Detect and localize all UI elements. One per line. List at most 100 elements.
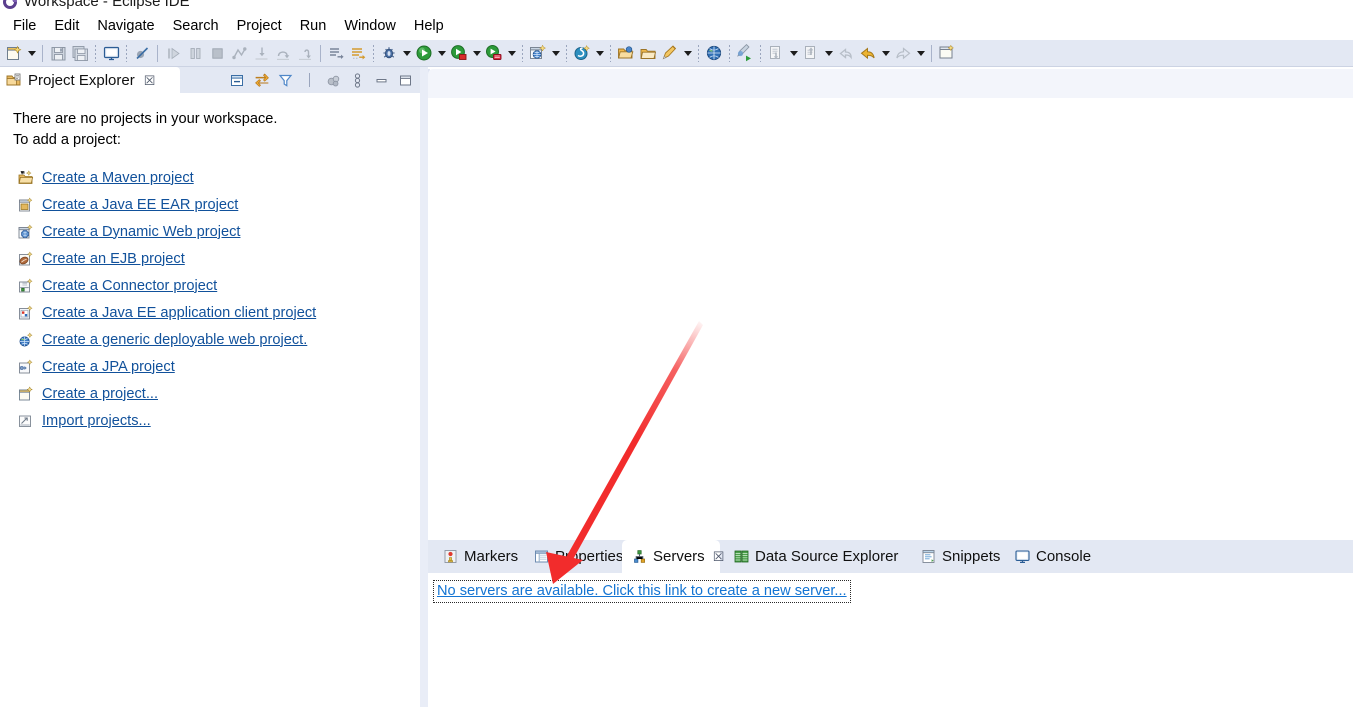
view-menu-icon[interactable] [349, 72, 366, 89]
run-on-server-icon[interactable] [483, 42, 505, 64]
menu-help[interactable]: Help [405, 16, 453, 36]
save-all-icon[interactable] [69, 42, 91, 64]
menu-project[interactable]: Project [228, 16, 291, 36]
toolbar-separator [606, 43, 615, 63]
bottom-tab-label: Snippets [942, 548, 1001, 565]
create-project-link[interactable]: Create a Java EE EAR project [42, 197, 238, 213]
open-type-icon[interactable] [637, 42, 659, 64]
vertical-sash[interactable] [420, 67, 428, 707]
minimize-icon[interactable] [373, 72, 390, 89]
external-tools-dropdown-arrow[interactable] [681, 42, 694, 64]
next-edit-location-icon[interactable] [765, 42, 787, 64]
back-history-icon[interactable] [857, 42, 879, 64]
create-project-link-row[interactable]: Create a project... [13, 380, 420, 407]
previous-edit-dropdown-arrow[interactable] [822, 42, 835, 64]
create-project-link-row[interactable]: Create a generic deployable web project. [13, 326, 420, 353]
create-project-link-row[interactable]: Create a Maven project [13, 164, 420, 191]
tab-project-explorer[interactable]: Project Explorer ☒ [0, 67, 180, 93]
filter-icon[interactable] [277, 72, 294, 89]
create-project-link[interactable]: Create a Maven project [42, 170, 194, 186]
run-dropdown-arrow[interactable] [435, 42, 448, 64]
step-return-icon[interactable] [294, 42, 316, 64]
new-editor-icon[interactable] [936, 42, 958, 64]
maximize-icon[interactable] [397, 72, 414, 89]
jpa-project-icon [17, 358, 34, 375]
bottom-tab-data-source-explorer[interactable]: Data Source Explorer [724, 540, 915, 573]
back-small-icon[interactable] [835, 42, 857, 64]
debug-dropdown-arrow[interactable] [400, 42, 413, 64]
collapse-all-icon[interactable] [229, 72, 246, 89]
console-icon [1014, 549, 1030, 565]
terminate-icon[interactable] [206, 42, 228, 64]
menu-run[interactable]: Run [291, 16, 336, 36]
coverage-dropdown-arrow[interactable] [470, 42, 483, 64]
bottom-tab-markers[interactable]: Markers [433, 540, 533, 573]
disconnect-icon[interactable] [228, 42, 250, 64]
new-spring-element-icon[interactable] [571, 42, 593, 64]
create-project-link[interactable]: Create a project... [42, 386, 158, 402]
forward-history-dropdown-arrow[interactable] [914, 42, 927, 64]
create-project-link-row[interactable]: Create a Dynamic Web project [13, 218, 420, 245]
editor-empty-canvas[interactable] [428, 98, 1353, 538]
app-client-project-icon [17, 304, 34, 321]
bottom-tab-label: Markers [464, 548, 519, 565]
run-on-server-dropdown-arrow[interactable] [505, 42, 518, 64]
next-edit-dropdown-arrow[interactable] [787, 42, 800, 64]
coverage-icon[interactable] [448, 42, 470, 64]
menu-window[interactable]: Window [335, 16, 405, 36]
menu-bar: File Edit Navigate Search Project Run Window He… [0, 12, 1353, 40]
create-project-link[interactable]: Create an EJB project [42, 251, 185, 267]
new-web-project-dropdown-arrow[interactable] [549, 42, 562, 64]
debug-icon[interactable] [378, 42, 400, 64]
create-project-link[interactable]: Import projects... [42, 413, 151, 429]
create-project-link[interactable]: Create a generic deployable web project. [42, 332, 307, 348]
skip-breakpoints-icon[interactable] [131, 42, 153, 64]
suspend-icon[interactable] [184, 42, 206, 64]
run-icon[interactable] [413, 42, 435, 64]
create-project-link[interactable]: Create a JPA project [42, 359, 175, 375]
open-package-icon[interactable] [615, 42, 637, 64]
create-new-server-link[interactable]: No servers are available. Click this lin… [437, 583, 847, 599]
bottom-tab-console[interactable]: Console [1005, 540, 1111, 573]
create-project-link-row[interactable]: Create a Java EE application client proj… [13, 299, 420, 326]
run-last-tool-icon[interactable] [734, 42, 756, 64]
new-dynamic-web-project-icon[interactable] [527, 42, 549, 64]
save-icon[interactable] [47, 42, 69, 64]
dynamic-web-project-icon [17, 223, 34, 240]
new-project-icon [17, 385, 34, 402]
create-project-link-row[interactable]: Create an EJB project [13, 245, 420, 272]
bottom-tab-close-icon[interactable]: ☒ [713, 550, 725, 563]
menu-navigate[interactable]: Navigate [88, 16, 163, 36]
create-project-link-row[interactable]: Create a JPA project [13, 353, 420, 380]
bottom-view-stack: Markers Properties Servers ☒ Data Source Exp… [428, 540, 1353, 707]
bottom-tab-servers[interactable]: Servers ☒ [622, 540, 724, 573]
menu-edit[interactable]: Edit [45, 16, 88, 36]
external-tools-icon[interactable] [659, 42, 681, 64]
create-project-link-row[interactable]: Import projects... [13, 407, 420, 434]
step-over-icon[interactable] [272, 42, 294, 64]
create-project-link[interactable]: Create a Connector project [42, 278, 217, 294]
console-monitor-icon[interactable] [100, 42, 122, 64]
forward-history-icon[interactable] [892, 42, 914, 64]
project-explorer-close-icon[interactable]: ☒ [144, 74, 156, 87]
link-with-editor-icon[interactable] [253, 72, 270, 89]
create-project-link[interactable]: Create a Dynamic Web project [42, 224, 240, 240]
new-wizard-dropdown-arrow[interactable] [25, 42, 38, 64]
menu-file[interactable]: File [4, 16, 45, 36]
create-project-link-row[interactable]: Create a Java EE EAR project [13, 191, 420, 218]
toolbar-separator [316, 43, 325, 63]
previous-edit-location-icon[interactable] [800, 42, 822, 64]
focus-on-active-task-icon[interactable] [325, 72, 342, 89]
empty-workspace-line-1: There are no projects in your workspace. [13, 111, 278, 127]
step-into-icon[interactable] [250, 42, 272, 64]
create-project-link[interactable]: Create a Java EE application client proj… [42, 305, 316, 321]
resume-icon[interactable] [162, 42, 184, 64]
create-project-link-row[interactable]: Create a Connector project [13, 272, 420, 299]
web-browser-icon[interactable] [703, 42, 725, 64]
previous-annotation-icon[interactable] [347, 42, 369, 64]
next-annotation-icon[interactable] [325, 42, 347, 64]
new-wizard-icon[interactable] [3, 42, 25, 64]
menu-search[interactable]: Search [164, 16, 228, 36]
spring-dropdown-arrow[interactable] [593, 42, 606, 64]
back-history-dropdown-arrow[interactable] [879, 42, 892, 64]
